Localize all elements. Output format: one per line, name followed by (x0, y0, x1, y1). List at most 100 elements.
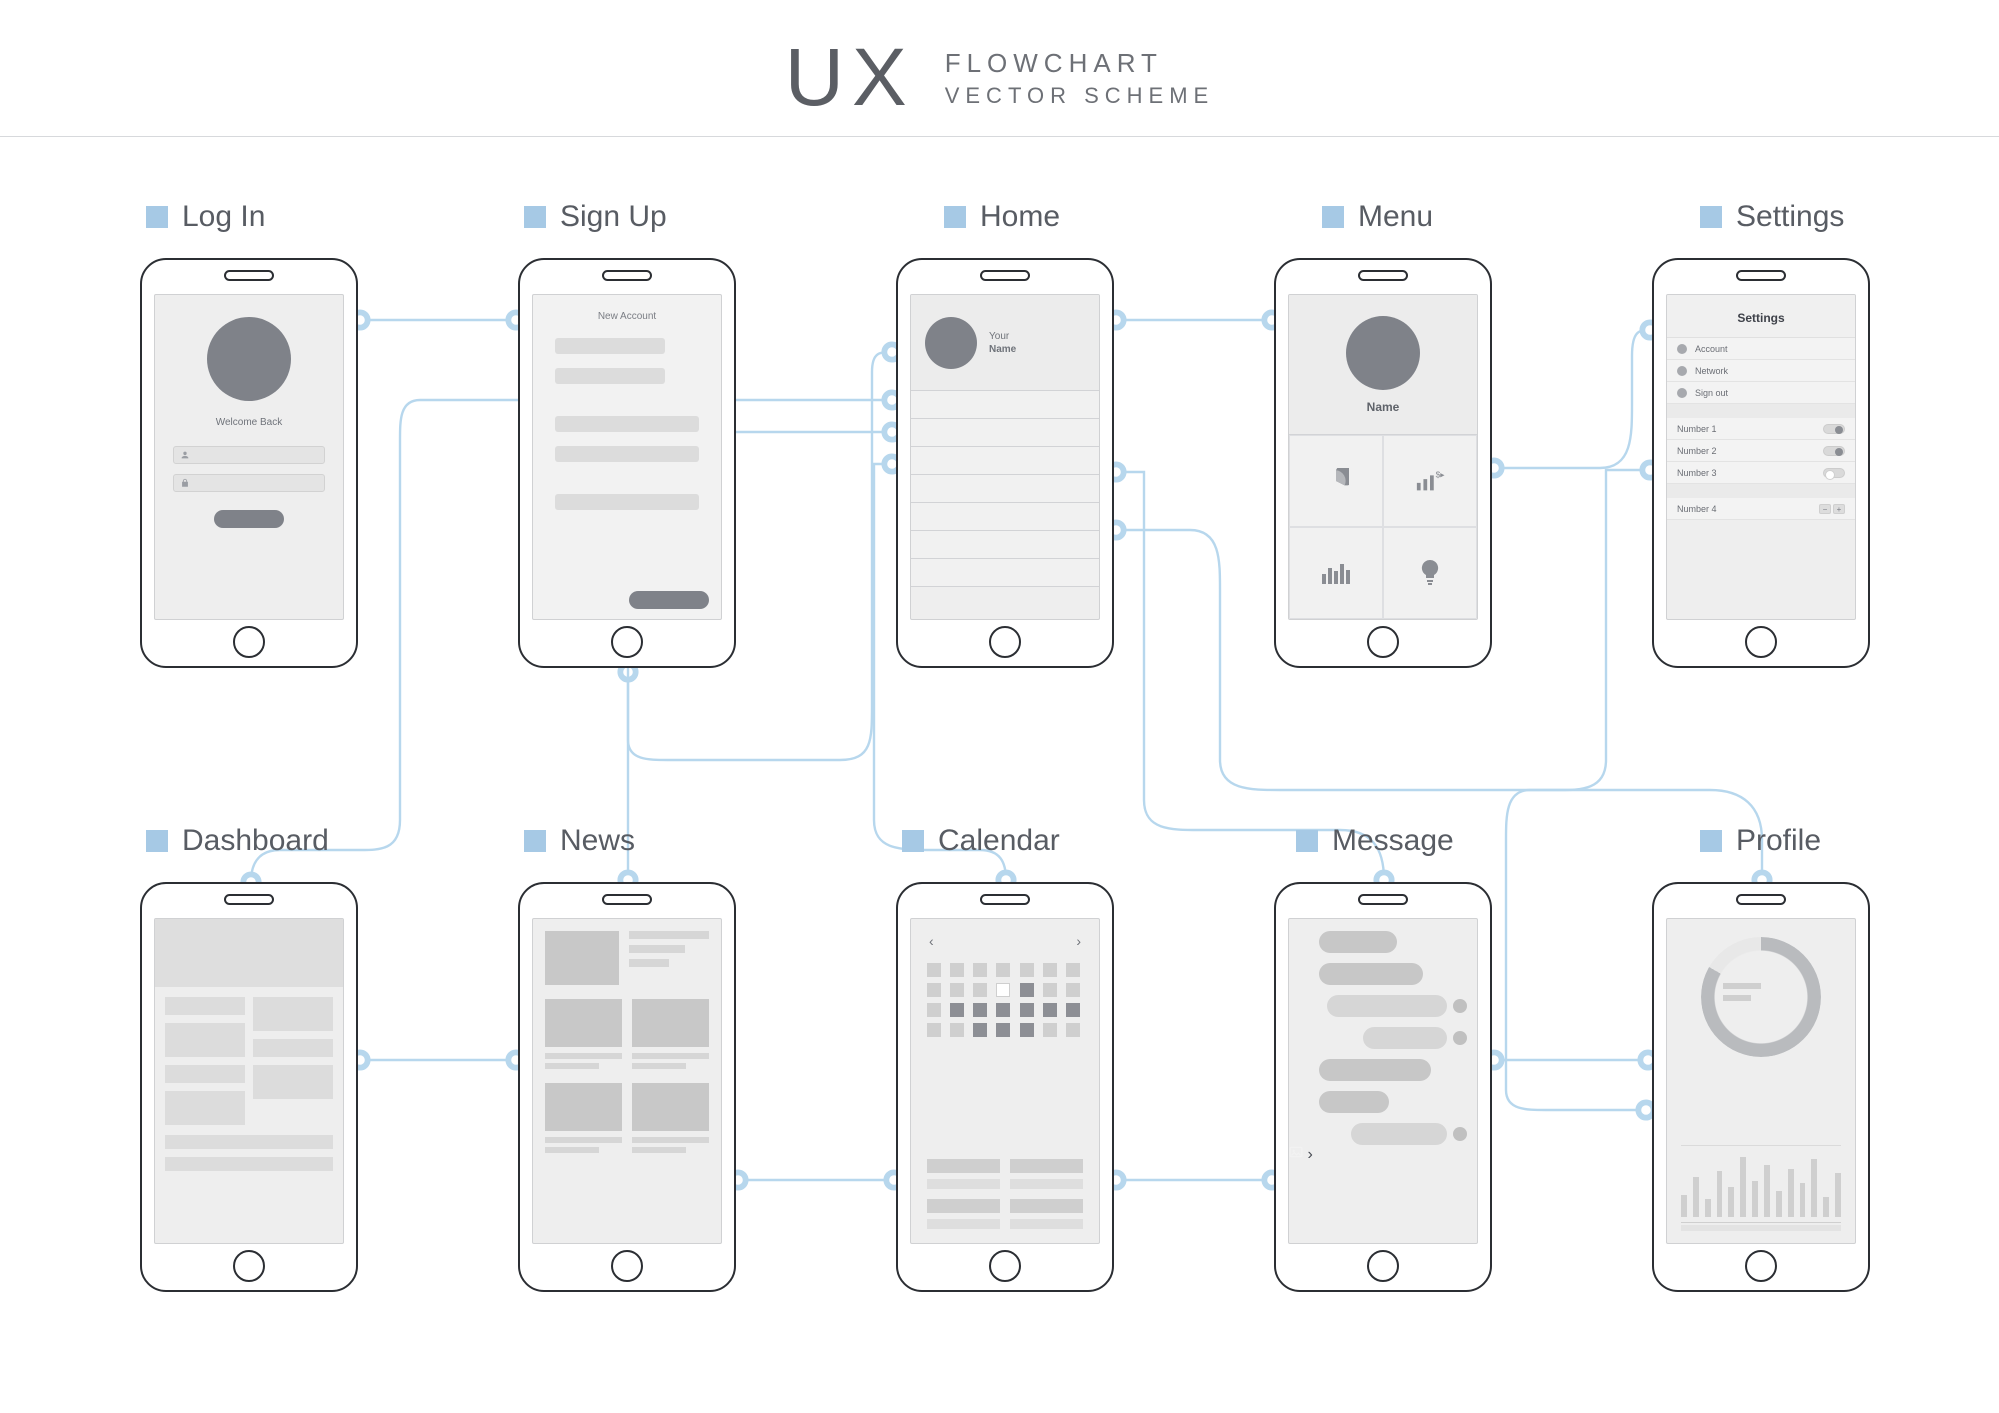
message-bubble (1363, 1027, 1447, 1049)
calendar-day[interactable] (1020, 1003, 1034, 1017)
calendar-day[interactable] (950, 1003, 964, 1017)
home-row[interactable] (911, 531, 1099, 559)
signup-submit-button[interactable] (629, 591, 709, 609)
stepper-minus-icon[interactable]: − (1819, 504, 1831, 514)
message-input-bar[interactable]: › (1289, 1145, 1477, 1164)
settings-stepper[interactable]: Number 4−+ (1667, 498, 1855, 520)
signup-field[interactable] (555, 338, 665, 354)
menu-tile-dollar-bars[interactable]: $▸ (1383, 435, 1477, 527)
settings-link-account[interactable]: Account (1667, 338, 1855, 360)
connector (1506, 470, 1650, 1110)
login-button[interactable] (214, 510, 284, 528)
text-line (632, 1063, 686, 1069)
news-image (632, 1083, 709, 1131)
calendar-day[interactable] (1043, 1003, 1057, 1017)
calendar-day[interactable] (973, 1003, 987, 1017)
menu-tile-pie[interactable] (1289, 435, 1383, 527)
dashboard-block (253, 1039, 333, 1057)
home-row[interactable] (911, 475, 1099, 503)
calendar-day[interactable] (973, 983, 987, 997)
calendar-nav: ‹ › (911, 919, 1099, 963)
message-row (1299, 963, 1467, 985)
message-row (1299, 1027, 1467, 1049)
calendar-day[interactable] (927, 963, 941, 977)
settings-link-signout[interactable]: Sign out (1667, 382, 1855, 404)
calendar-day[interactable] (1020, 1023, 1034, 1037)
calendar-day[interactable] (1020, 963, 1034, 977)
stepper-control[interactable]: −+ (1819, 504, 1845, 514)
phone-login: Welcome Back (140, 258, 358, 668)
dashboard-block (165, 1023, 245, 1057)
image-icon[interactable] (1289, 1145, 1303, 1159)
welcome-text: Welcome Back (155, 417, 343, 428)
phone-calendar: ‹ › (896, 882, 1114, 1292)
username-field[interactable] (173, 446, 325, 464)
calendar-day[interactable] (1066, 983, 1080, 997)
chevron-left-icon[interactable]: ‹ (929, 933, 934, 949)
calendar-day[interactable] (996, 983, 1010, 997)
calendar-day[interactable] (1066, 1023, 1080, 1037)
send-icon[interactable]: › (1307, 1146, 1312, 1163)
password-field[interactable] (173, 474, 325, 492)
signup-field[interactable] (555, 446, 699, 462)
calendar-day[interactable] (1043, 1023, 1057, 1037)
lock-icon (180, 478, 190, 488)
calendar-day[interactable] (996, 963, 1010, 977)
avatar-icon (925, 317, 977, 369)
page-title: UX FLOWCHART VECTOR SCHEME (0, 28, 1999, 128)
text-line (545, 1063, 599, 1069)
home-row[interactable] (911, 391, 1099, 419)
calendar-day[interactable] (927, 1003, 941, 1017)
caption-login: Log In (146, 200, 265, 234)
news-card[interactable] (545, 1083, 622, 1157)
settings-header: Settings (1667, 295, 1855, 338)
calendar-day[interactable] (1020, 983, 1034, 997)
calendar-day[interactable] (927, 983, 941, 997)
message-row (1299, 931, 1467, 953)
screen-dashboard (154, 918, 344, 1244)
news-card[interactable] (545, 999, 622, 1073)
menu-tile-bars[interactable] (1289, 527, 1383, 619)
message-bubble (1319, 1091, 1389, 1113)
calendar-day[interactable] (996, 1003, 1010, 1017)
calendar-day[interactable] (1043, 983, 1057, 997)
home-row[interactable] (911, 419, 1099, 447)
caption-menu: Menu (1322, 200, 1433, 234)
avatar-icon (1453, 1127, 1467, 1141)
settings-toggle-2[interactable]: Number 2 (1667, 440, 1855, 462)
calendar-day[interactable] (1066, 1003, 1080, 1017)
news-featured[interactable] (533, 919, 721, 989)
menu-tile-bulb[interactable] (1383, 527, 1477, 619)
news-card[interactable] (632, 1083, 709, 1157)
calendar-day[interactable] (973, 1023, 987, 1037)
calendar-day[interactable] (1066, 963, 1080, 977)
toggle-on-icon[interactable] (1823, 446, 1845, 456)
title-line2: VECTOR SCHEME (945, 83, 1215, 109)
stepper-plus-icon[interactable]: + (1833, 504, 1845, 514)
signup-field[interactable] (555, 494, 699, 510)
signup-field[interactable] (555, 416, 699, 432)
calendar-day[interactable] (950, 963, 964, 977)
message-bubble (1327, 995, 1447, 1017)
settings-link-network[interactable]: Network (1667, 360, 1855, 382)
calendar-day[interactable] (927, 1023, 941, 1037)
calendar-day[interactable] (950, 983, 964, 997)
home-row[interactable] (911, 503, 1099, 531)
calendar-day[interactable] (950, 1023, 964, 1037)
chevron-right-icon[interactable]: › (1076, 933, 1081, 949)
menu-header: Name (1289, 295, 1477, 435)
settings-toggle-3[interactable]: Number 3 (1667, 462, 1855, 484)
settings-toggle-1[interactable]: Number 1 (1667, 418, 1855, 440)
calendar-day[interactable] (996, 1023, 1010, 1037)
bullet-icon (146, 206, 168, 228)
calendar-day[interactable] (973, 963, 987, 977)
home-row[interactable] (911, 447, 1099, 475)
caption-settings: Settings (1700, 200, 1844, 234)
news-card[interactable] (632, 999, 709, 1073)
toggle-off-icon[interactable] (1823, 468, 1845, 478)
calendar-day[interactable] (1043, 963, 1057, 977)
toggle-on-icon[interactable] (1823, 424, 1845, 434)
news-image (632, 999, 709, 1047)
signup-field[interactable] (555, 368, 665, 384)
home-row[interactable] (911, 559, 1099, 587)
